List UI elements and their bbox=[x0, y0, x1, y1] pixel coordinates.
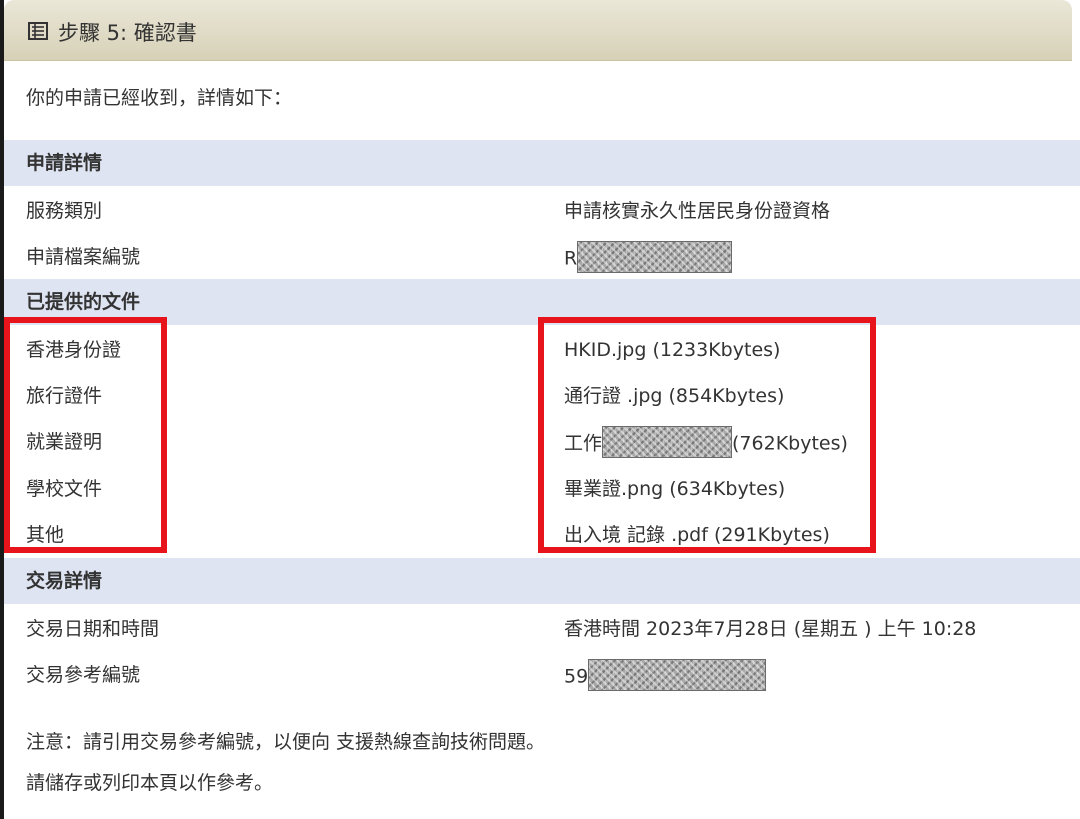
section-heading: 交易詳情 bbox=[26, 570, 103, 592]
list-document-icon bbox=[28, 22, 48, 40]
transaction-datetime-label: 交易日期和時間 bbox=[26, 618, 160, 640]
highlight-box-document-labels bbox=[4, 317, 167, 553]
step-title: 步驟 5: 確認書 bbox=[58, 21, 197, 45]
transaction-reference-value: 59 bbox=[564, 659, 767, 691]
application-file-number-value: R bbox=[564, 241, 733, 273]
service-type-label: 服務類別 bbox=[26, 200, 103, 222]
section-transaction: 交易詳情 bbox=[4, 558, 1080, 604]
redacted-block bbox=[588, 659, 767, 691]
section-application-details: 申請詳情 bbox=[4, 140, 1080, 186]
section-heading: 申請詳情 bbox=[26, 152, 103, 174]
section-heading: 已提供的文件 bbox=[26, 291, 141, 313]
intro-text: 你的申請已經收到，詳情如下： bbox=[26, 87, 293, 109]
redacted-block bbox=[577, 241, 733, 273]
value-prefix: 59 bbox=[564, 665, 589, 688]
transaction-datetime-value: 香港時間 2023年7月28日 (星期五 ) 上午 10:28 bbox=[564, 618, 977, 640]
save-print-note: 請儲存或列印本頁以作參考。 bbox=[26, 772, 274, 794]
service-type-value: 申請核實永久性居民身份證資格 bbox=[564, 200, 831, 222]
application-file-number-label: 申請檔案編號 bbox=[26, 246, 141, 268]
note-text: 注意：請引用交易參考編號，以便向 支援熱線查詢技術問題。 bbox=[26, 731, 546, 753]
step-header: 步驟 5: 確認書 bbox=[4, 0, 1072, 61]
highlight-box-document-files bbox=[538, 317, 876, 553]
transaction-reference-label: 交易參考編號 bbox=[26, 664, 141, 686]
value-prefix: R bbox=[564, 247, 578, 270]
confirmation-page: 步驟 5: 確認書 你的申請已經收到，詳情如下： 申請詳情 服務類別 申請核實永… bbox=[0, 0, 1080, 819]
